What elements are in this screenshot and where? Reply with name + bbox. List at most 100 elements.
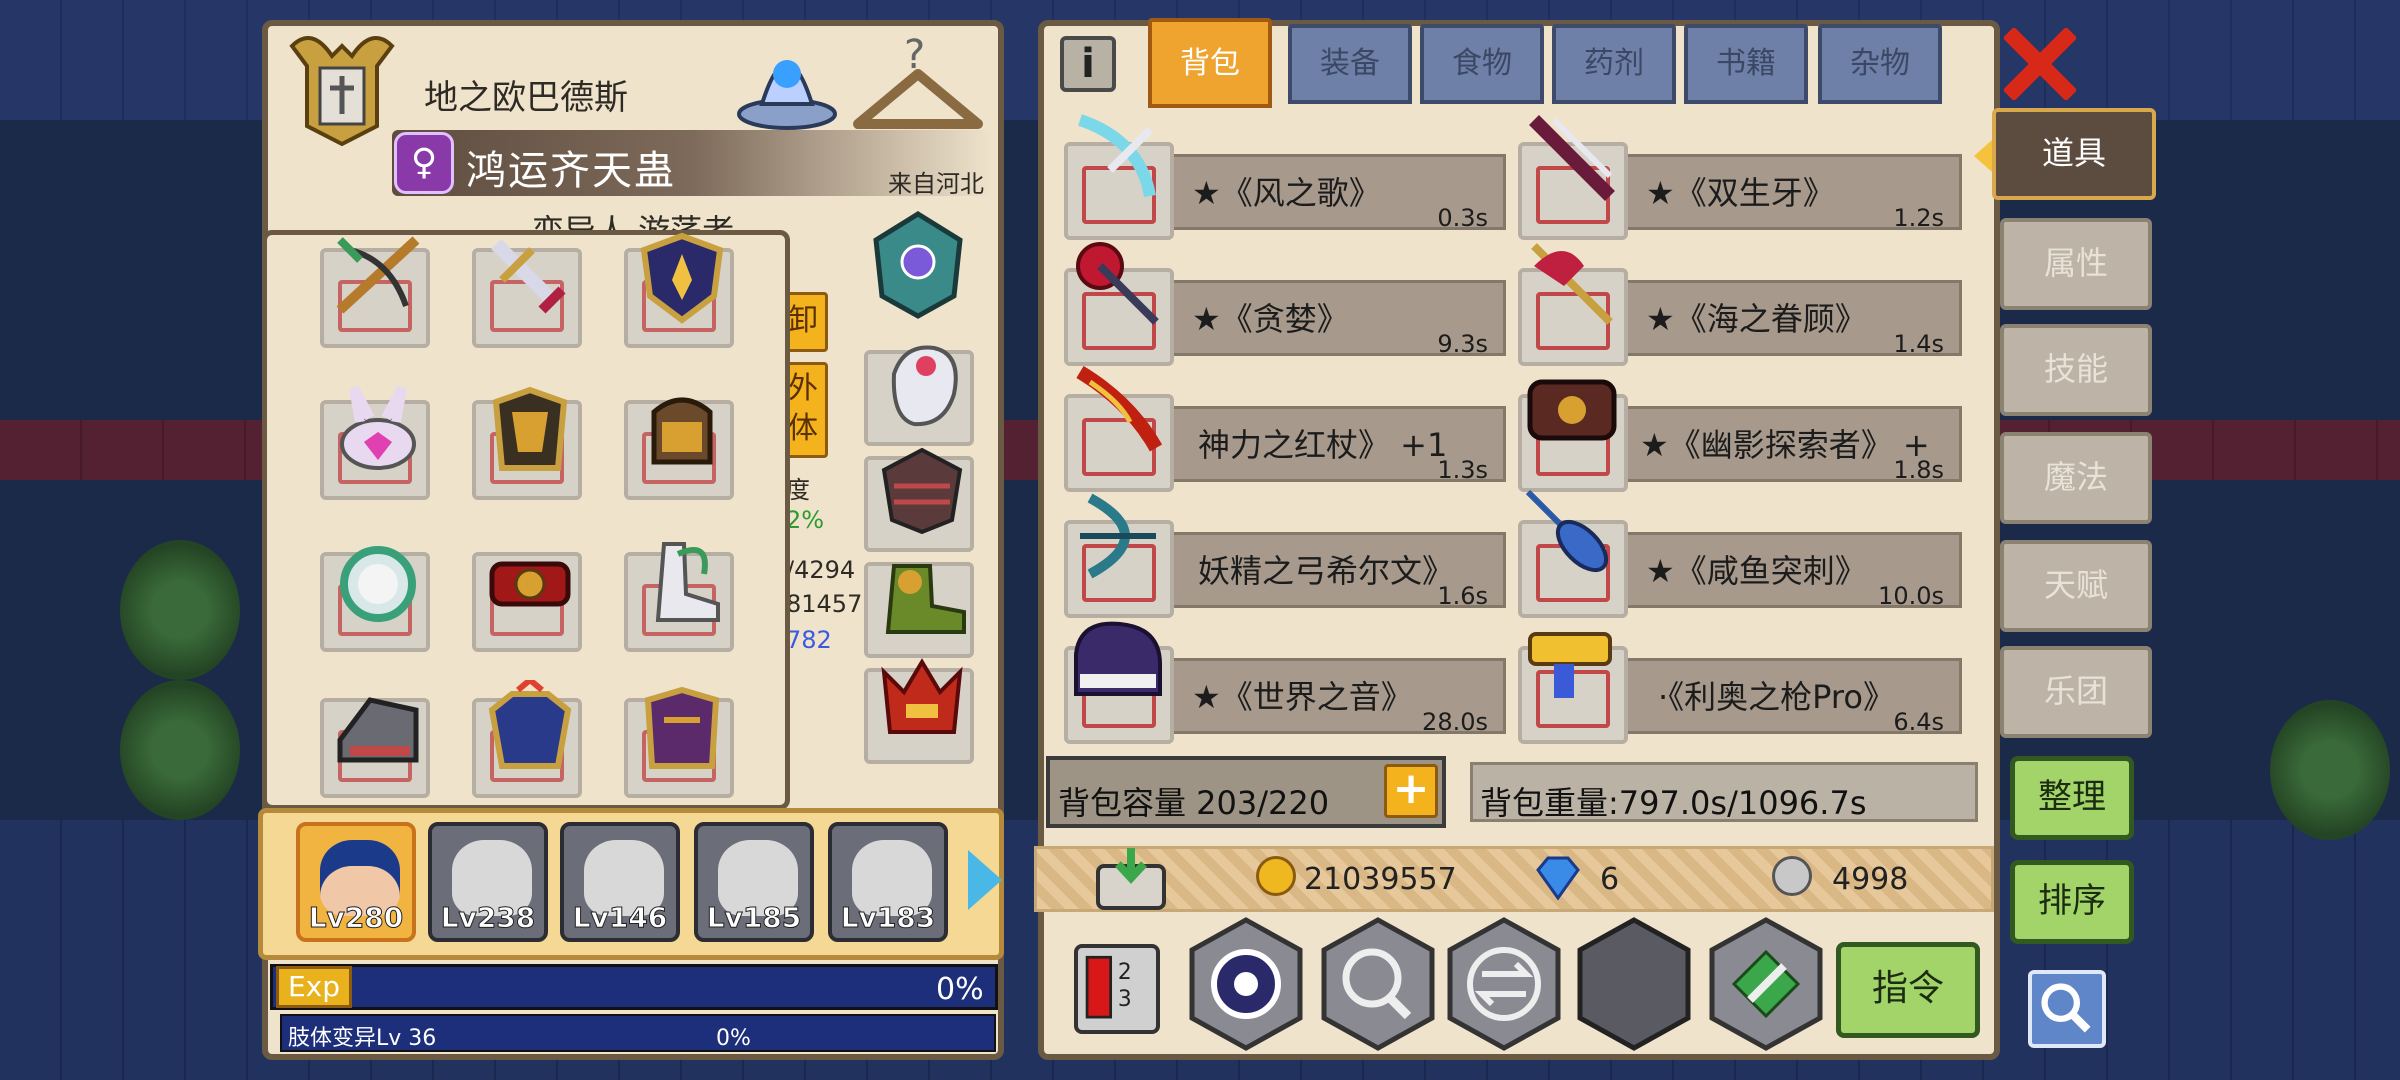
character-portrait-2[interactable]: Lv238 — [428, 822, 548, 942]
item-name: ★《幽影探索者》 + — [1640, 426, 1930, 464]
inventory-item[interactable]: ★《风之歌》 0.3s — [1064, 114, 1506, 240]
inventory-item[interactable]: ★《双生牙》 1.2s — [1518, 115, 1962, 240]
sidebar-item-items[interactable]: 道具 — [1974, 108, 2156, 200]
gold-coin-icon — [1256, 856, 1296, 896]
bunny-helmet-icon — [340, 385, 416, 470]
portal-eye-button[interactable] — [1186, 916, 1306, 1052]
inventory-item[interactable]: ★《海之眷顾》 1.4s — [1518, 243, 1962, 366]
equipment-slot[interactable] — [320, 546, 430, 652]
stat-fragment: 2% — [786, 506, 825, 534]
item-name: 神力之红杖》 +1 — [1198, 426, 1448, 464]
item-weight: 0.3s — [1437, 204, 1488, 232]
exp-bar — [270, 964, 998, 1010]
hotkey-number-button[interactable]: 2 3 — [1074, 944, 1160, 1034]
numbered-list-icon: 2 3 — [1085, 955, 1132, 1019]
syringe-button[interactable] — [1706, 916, 1826, 1052]
tab-misc[interactable]: 杂物 — [1818, 24, 1942, 104]
character-portrait-3[interactable]: Lv146 — [560, 822, 680, 942]
sidebar-item-skills[interactable]: 技能 — [2000, 324, 2152, 416]
tree-decoration — [120, 540, 240, 680]
blue-gold-cuirass-icon — [488, 680, 572, 769]
red-belt-icon — [489, 561, 571, 607]
equipment-slot[interactable] — [624, 232, 734, 348]
equipment-slot[interactable] — [624, 686, 734, 798]
item-name: ★《贪婪》 — [1192, 300, 1349, 338]
tab-food[interactable]: 食物 — [1420, 24, 1544, 104]
wind-blade-icon — [1078, 114, 1156, 198]
sidebar-item-talent[interactable]: 天赋 — [2000, 540, 2152, 632]
purple-armor-icon — [644, 686, 720, 769]
equipment-slot[interactable] — [472, 680, 582, 798]
equipment-slot[interactable] — [320, 236, 430, 348]
store-in-chest-icon[interactable] — [1092, 846, 1170, 912]
roster-next-arrow-icon[interactable] — [968, 850, 1002, 910]
info-button[interactable]: i — [1060, 36, 1116, 92]
sidebar-item-band[interactable]: 乐团 — [2000, 646, 2152, 738]
item-name: ★《咸鱼突刺》 — [1646, 552, 1867, 590]
item-weight: 1.6s — [1437, 582, 1488, 610]
iron-pauldron-icon — [337, 697, 419, 763]
jade-mirror-icon — [340, 546, 416, 622]
character-portrait-5[interactable]: Lv183 — [828, 822, 948, 942]
item-weight: 9.3s — [1437, 330, 1488, 358]
silver-coin-icon — [1772, 856, 1812, 896]
character-level: Lv185 — [706, 901, 802, 935]
accessory-slot[interactable] — [864, 447, 974, 552]
equipment-slot[interactable] — [472, 386, 582, 500]
item-weight: 1.8s — [1893, 456, 1944, 484]
inventory-item[interactable]: ★《幽影探索者》 + 1.8s — [1518, 379, 1962, 492]
tree-decoration — [120, 680, 240, 820]
svg-text:2: 2 — [1118, 960, 1132, 985]
inventory-item[interactable]: ★《世界之音》 28.0s — [1064, 621, 1506, 744]
item-weight: 6.4s — [1893, 708, 1944, 736]
accessory-slot[interactable] — [864, 562, 974, 658]
close-icon[interactable] — [2004, 28, 2076, 100]
tab-books[interactable]: 书籍 — [1684, 24, 1808, 104]
gold-amount: 21039557 — [1304, 862, 1457, 897]
sidebar-item-magic[interactable]: 魔法 — [2000, 432, 2152, 524]
equipment-slot[interactable] — [624, 542, 734, 652]
equipment-slot[interactable] — [472, 239, 582, 348]
command-button[interactable]: 指令 — [1836, 942, 1980, 1038]
exp-label: Exp — [276, 966, 352, 1008]
search-button[interactable] — [2028, 970, 2106, 1048]
inventory-item[interactable]: 神力之红杖》 +1 1.3s — [1064, 365, 1506, 492]
stat-fragment: 81457 — [786, 590, 863, 618]
fairy-bow-icon — [1080, 493, 1156, 579]
equipment-slot[interactable] — [320, 697, 430, 798]
character-portrait-1[interactable]: Lv280 — [296, 822, 416, 942]
white-glove-icon — [891, 345, 958, 427]
expand-capacity-button[interactable]: + — [1384, 764, 1438, 818]
swordfish-spear-icon — [1525, 489, 1609, 573]
orb-pedestal-icon[interactable] — [732, 34, 842, 134]
inventory-item[interactable]: ★《咸鱼突刺》 10.0s — [1518, 489, 1962, 618]
accessory-slot[interactable] — [864, 345, 974, 446]
item-weight: 1.4s — [1893, 330, 1944, 358]
tab-potion[interactable]: 药剂 — [1552, 24, 1676, 104]
inventory-item[interactable]: ★《贪婪》 9.3s — [1064, 242, 1506, 366]
tidy-button[interactable]: 整理 — [2010, 756, 2134, 840]
red-demon-mask-icon — [881, 658, 963, 734]
item-weight: 28.0s — [1422, 708, 1488, 736]
tab-backpack[interactable]: 背包 — [1148, 18, 1272, 108]
weight-label: 背包重量:797.0s/1096.7s — [1480, 784, 1867, 822]
empty-skill-slot[interactable] — [1574, 916, 1694, 1052]
equipment-slot[interactable] — [472, 552, 582, 652]
accessory-slot[interactable] — [864, 658, 974, 764]
character-level: Lv146 — [572, 901, 668, 935]
tab-equipment[interactable]: 装备 — [1288, 24, 1412, 104]
greed-axe-icon — [1076, 242, 1159, 325]
swap-button[interactable] — [1444, 916, 1564, 1052]
equipment-slot[interactable] — [624, 397, 734, 500]
winged-boots-icon — [655, 542, 720, 622]
inventory-item[interactable]: ·《利奥之枪Pro》 6.4s — [1518, 632, 1962, 744]
wardrobe-hanger-icon[interactable]: ? — [848, 34, 988, 144]
sort-button[interactable]: 排序 — [2010, 860, 2134, 944]
magnify-search-button[interactable] — [1318, 916, 1438, 1052]
equipment-slot[interactable] — [320, 385, 430, 500]
character-portrait-4[interactable]: Lv185 — [694, 822, 814, 942]
green-boot-icon — [885, 564, 966, 634]
inventory-item[interactable]: 妖精之弓希尔文》 1.6s — [1064, 493, 1506, 618]
sidebar-item-attributes[interactable]: 属性 — [2000, 218, 2152, 310]
guild-badge-icon[interactable] — [870, 210, 966, 320]
